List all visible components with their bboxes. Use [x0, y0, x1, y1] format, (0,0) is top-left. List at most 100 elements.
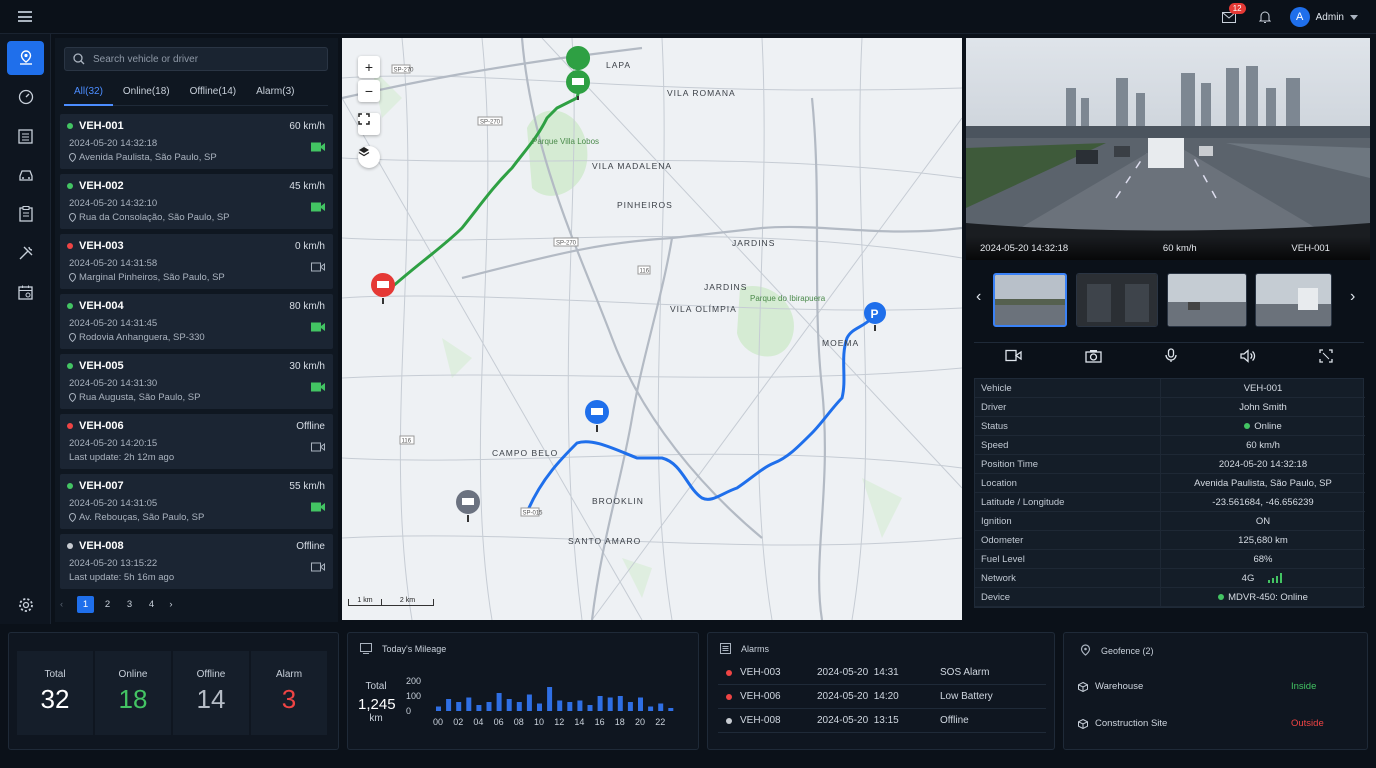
video-camera-icon[interactable] [311, 562, 325, 575]
vehicle-card[interactable]: VEH-008 Offline 2024-05-20 13:15:22 Last up… [60, 534, 333, 589]
map-label: Parque Villa Lobos [532, 137, 599, 146]
info-value-cell: MDVR-450: Online [1161, 592, 1365, 603]
zoom-out-button[interactable]: − [358, 80, 380, 102]
info-value: 125,680 km [1238, 534, 1288, 546]
vehicle-card[interactable]: VEH-002 45 km/h 2024-05-20 14:32:10 Rua da … [60, 174, 333, 229]
video-camera-icon[interactable] [311, 142, 325, 155]
tab-online[interactable]: Online(18) [113, 82, 180, 106]
video-camera-icon[interactable] [311, 262, 325, 275]
video-camera-icon[interactable] [311, 322, 325, 335]
video-vehicle: VEH-001 [1291, 242, 1330, 254]
vehicle-id: VEH-006 [79, 420, 124, 432]
video-feed[interactable]: 2024-05-20 14:32:18 60 km/h VEH-001 [966, 38, 1370, 260]
menu-icon[interactable] [18, 11, 32, 22]
chevron-left-icon[interactable]: ‹ [976, 288, 981, 306]
map-label: Parque do Ibirapuera [750, 294, 826, 303]
sidebar-item-dashboard[interactable] [7, 80, 44, 114]
speaker-icon[interactable] [1240, 348, 1256, 363]
tab-offline[interactable]: Offline(14) [180, 82, 247, 106]
snapshot-thumb[interactable] [1076, 273, 1158, 327]
zoom-in-button[interactable]: + [358, 56, 380, 78]
prev-page-icon[interactable]: ‹ [60, 599, 72, 610]
vehicle-card[interactable]: VEH-001 60 km/h 2024-05-20 14:32:18 Avenida… [60, 114, 333, 169]
info-value: ON [1255, 515, 1271, 527]
sidebar-item-tasks[interactable] [7, 197, 44, 231]
microphone-icon[interactable] [1165, 348, 1177, 363]
sidebar-item-schedule[interactable] [7, 275, 44, 309]
info-value: John Smith [1239, 401, 1287, 413]
mileage-bar [496, 693, 502, 711]
info-key: Network [975, 568, 1161, 588]
video-camera-icon[interactable] [311, 382, 325, 395]
chevron-right-icon[interactable]: › [1350, 288, 1355, 306]
snapshot-thumb[interactable] [1255, 273, 1332, 327]
info-value-cell: John Smith [1161, 402, 1365, 413]
page-button[interactable]: 3 [121, 596, 138, 613]
expand-icon[interactable] [1318, 348, 1333, 363]
layers-button[interactable] [358, 146, 380, 168]
mileage-bar [668, 708, 674, 711]
vehicle-card[interactable]: VEH-006 Offline 2024-05-20 14:20:15 Last up… [60, 414, 333, 469]
fullscreen-button[interactable] [358, 113, 380, 135]
mileage-bar [597, 696, 603, 711]
vehicle-card[interactable]: VEH-007 55 km/h 2024-05-20 14:31:05 Av. Reb… [60, 474, 333, 529]
alarm-row[interactable]: VEH-008 2024-05-20 13:15 Offline [718, 709, 1046, 733]
pagination: ‹ 1 2 3 4 › [60, 596, 177, 613]
mileage-bar [587, 705, 593, 711]
geofence-row[interactable]: Construction Site Outside [1078, 718, 1358, 729]
page-button[interactable]: 2 [99, 596, 116, 613]
status-dot [67, 543, 73, 549]
sidebar-item-map[interactable] [7, 41, 44, 75]
alarm-row[interactable]: VEH-003 2024-05-20 14:31 SOS Alarm [718, 661, 1046, 685]
camera-icon[interactable] [1085, 349, 1102, 363]
search-box[interactable]: Search vehicle or driver [64, 47, 328, 71]
tab-alarm[interactable]: Alarm(3) [246, 82, 304, 106]
page-button[interactable]: 4 [143, 596, 160, 613]
y-tick-label: 0 [406, 706, 411, 716]
video-icon[interactable] [1005, 349, 1023, 362]
info-value: 60 km/h [1246, 439, 1280, 451]
vehicle-card[interactable]: VEH-004 80 km/h 2024-05-20 14:31:45 Rodovia… [60, 294, 333, 349]
mileage-bar [617, 696, 623, 711]
mileage-bar [547, 687, 553, 711]
sidebar-item-settings[interactable] [7, 588, 44, 622]
vehicle-time: 2024-05-20 14:31:45 [69, 318, 158, 329]
notification-button[interactable] [1254, 6, 1276, 28]
signal-icon [1268, 573, 1283, 583]
media-controls [974, 342, 1364, 368]
snapshot-thumb[interactable] [1167, 273, 1247, 327]
vehicle-location: Rua da Consolação, São Paulo, SP [69, 212, 230, 223]
tab-all[interactable]: All(32) [64, 82, 113, 106]
mileage-panel: Today's Mileage Total 1,245 km 200 100 0 00… [347, 632, 699, 750]
vehicle-time: 2024-05-20 14:31:05 [69, 498, 158, 509]
sidebar-item-maintenance[interactable] [7, 236, 44, 270]
status-dot [726, 669, 732, 676]
page-button[interactable]: 1 [77, 596, 94, 613]
vehicle-location: Marginal Pinheiros, São Paulo, SP [69, 272, 225, 283]
sidebar-item-vehicles[interactable] [7, 158, 44, 192]
snapshot-thumb[interactable] [993, 273, 1067, 327]
info-key: Location [975, 473, 1161, 493]
vehicle-card[interactable]: VEH-003 0 km/h 2024-05-20 14:31:58 Marginal… [60, 234, 333, 289]
video-camera-icon[interactable] [311, 202, 325, 215]
user-menu[interactable]: A Admin [1289, 7, 1358, 27]
search-input[interactable]: Search vehicle or driver [93, 54, 198, 65]
mileage-bar [516, 702, 522, 711]
next-page-icon[interactable]: › [165, 599, 177, 610]
geofence-title-text: Geofence (2) [1101, 645, 1154, 656]
video-camera-icon[interactable] [311, 442, 325, 455]
alarm-row[interactable]: VEH-006 2024-05-20 14:20 Low Battery [718, 685, 1046, 709]
geofence-row[interactable]: Warehouse Inside [1078, 681, 1358, 692]
vehicle-card[interactable]: VEH-005 30 km/h 2024-05-20 14:31:30 Rua Aug… [60, 354, 333, 409]
mail-button[interactable]: 12 [1218, 3, 1246, 28]
sidebar-item-reports[interactable] [7, 119, 44, 153]
stat-value: 18 [118, 684, 148, 714]
alarm-time: 2024-05-20 13:15 [817, 715, 899, 726]
calendar-icon [18, 285, 33, 300]
sidebar [0, 34, 51, 624]
video-camera-icon[interactable] [311, 502, 325, 515]
alarm-type: Low Battery [940, 691, 993, 702]
map-view[interactable]: P LAPA VILA ROMANA Parque Villa Lobos VI… [342, 38, 962, 620]
stat-value: 32 [40, 684, 70, 714]
x-tick-label: 06 [494, 717, 504, 727]
